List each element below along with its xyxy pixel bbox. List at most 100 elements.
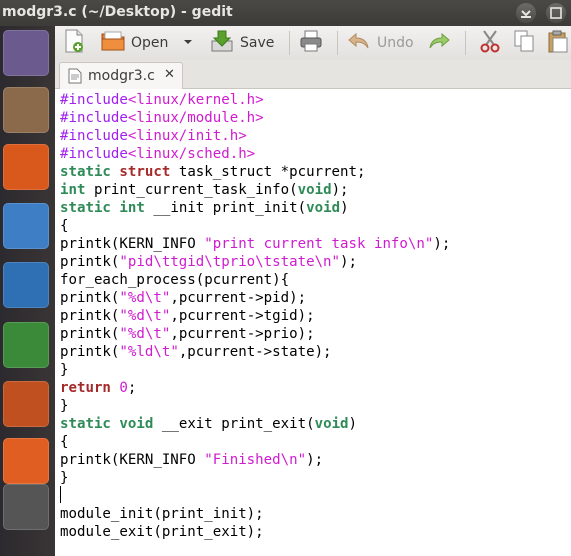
terminal-icon[interactable] (3, 484, 49, 530)
calc-icon[interactable] (3, 322, 49, 368)
code-token: printk( (60, 308, 120, 324)
code-token: return (60, 380, 111, 396)
code-line: module_exit(print_exit); (60, 523, 450, 541)
code-token: __exit print_exit( (153, 416, 315, 432)
code-token: "%d\t" (119, 290, 171, 306)
code-line: #include<linux/module.h> (60, 109, 450, 127)
code-line: #include<linux/sched.h> (60, 145, 450, 163)
writer-icon[interactable] (3, 262, 49, 308)
code-token: ) (348, 416, 358, 432)
code-token: { (60, 434, 69, 450)
undo-button[interactable]: Undo (347, 29, 414, 57)
code-token: "Finished\n" (204, 452, 307, 468)
code-line: printk("%d\t",pcurrent->tgid); (60, 307, 450, 325)
open-dropdown-button[interactable] (183, 29, 193, 57)
window-titlebar: modgr3.c (~/Desktop) - gedit (0, 0, 571, 26)
code-line: for_each_process(pcurrent){ (60, 271, 450, 289)
code-token: ); (331, 182, 349, 198)
code-token: { (60, 218, 69, 234)
code-token: module_init(print_init); (60, 506, 264, 522)
code-token: 0 (119, 380, 128, 396)
folder-icon (101, 30, 125, 56)
code-line: static struct task_struct *pcurrent; (60, 163, 450, 181)
new-document-button[interactable] (63, 29, 85, 57)
paste-icon (547, 29, 569, 57)
code-token: void (297, 182, 332, 198)
code-token: void (314, 416, 349, 432)
code-token: #include (60, 92, 128, 108)
code-line: #include<linux/init.h> (60, 127, 450, 145)
code-line: printk("%d\t",pcurrent->pid); (60, 289, 450, 307)
open-button[interactable]: Open (101, 29, 168, 57)
code-token: ,pcurrent->pid); (170, 290, 307, 306)
code-token: <linux/kernel.h> (127, 92, 264, 108)
maximize-icon[interactable] (546, 3, 566, 23)
redo-icon (427, 31, 451, 55)
code-token: printk( (60, 254, 120, 270)
code-line: } (60, 397, 450, 415)
toolbar: Open Save Undo (55, 26, 571, 61)
code-token: <linux/sched.h> (127, 146, 256, 162)
chromium-icon[interactable] (3, 203, 49, 249)
code-token: void (306, 200, 341, 216)
new-document-icon (63, 29, 85, 57)
toolbar-separator (289, 31, 290, 55)
window-title: modgr3.c (~/Desktop) - gedit (2, 4, 233, 20)
code-token: "print current task info\n" (204, 236, 434, 252)
code-line: printk(KERN_INFO "Finished\n"); (60, 451, 450, 469)
redo-button[interactable] (427, 29, 451, 57)
copy-button[interactable] (513, 29, 535, 57)
code-token: static (60, 200, 111, 216)
chevron-down-icon (183, 35, 193, 51)
firefox-icon[interactable] (3, 144, 49, 190)
code-token: ); (340, 254, 358, 270)
code-token: int (119, 200, 145, 216)
unity-launcher (0, 26, 55, 556)
document-tabs: modgr3.c ✕ (55, 60, 571, 89)
code-token: } (60, 470, 69, 486)
code-line: printk("%d\t",pcurrent->prio); (60, 325, 450, 343)
code-token: static (60, 164, 111, 180)
code-token: ,pcurrent->prio); (170, 326, 315, 342)
code-token: void (119, 416, 154, 432)
toolbar-separator (337, 31, 338, 55)
code-token: ; (127, 380, 137, 396)
minimize-icon[interactable] (516, 3, 536, 23)
code-token: printk(KERN_INFO (60, 236, 205, 252)
code-token: struct (119, 164, 171, 180)
paste-button[interactable] (547, 29, 569, 57)
code-line: } (60, 361, 450, 379)
print-button[interactable] (299, 29, 323, 57)
toolbar-separator (465, 31, 466, 55)
scissors-icon (479, 29, 501, 57)
tab-modgr3[interactable]: modgr3.c ✕ (59, 62, 183, 89)
code-token: static (60, 416, 111, 432)
code-token: #include (60, 128, 128, 144)
text-file-icon (68, 68, 82, 88)
ubuntu-dash-icon[interactable] (3, 30, 49, 76)
code-line: module_init(print_init); (60, 505, 450, 523)
code-line: printk(KERN_INFO "print current task inf… (60, 235, 450, 253)
code-token: printk(KERN_INFO (60, 452, 205, 468)
save-button[interactable]: Save (210, 29, 274, 57)
code-line: { (60, 433, 450, 451)
files-icon[interactable] (3, 87, 49, 133)
code-token: printk( (60, 290, 120, 306)
code-line: return 0; (60, 379, 450, 397)
code-editor[interactable]: #include<linux/kernel.h> #include<linux/m… (57, 89, 571, 556)
impress-icon[interactable] (3, 381, 49, 427)
cut-button[interactable] (479, 29, 501, 57)
close-icon[interactable]: ✕ (164, 67, 175, 82)
code-token: for_each_process(pcurrent){ (60, 272, 290, 288)
code-token: print_current_task_info( (85, 182, 298, 198)
code-token: "%d\t" (119, 308, 171, 324)
code-token: module_exit(print_exit); (60, 524, 264, 540)
text-cursor (60, 486, 61, 503)
code-line: #include<linux/kernel.h> (60, 91, 450, 109)
code-token: ); (433, 236, 451, 252)
software-center-icon[interactable] (3, 438, 49, 484)
code-token: } (60, 362, 69, 378)
code-token: ); (306, 452, 324, 468)
code-token: "%ld\t" (119, 344, 179, 360)
code-line: } (60, 469, 450, 487)
